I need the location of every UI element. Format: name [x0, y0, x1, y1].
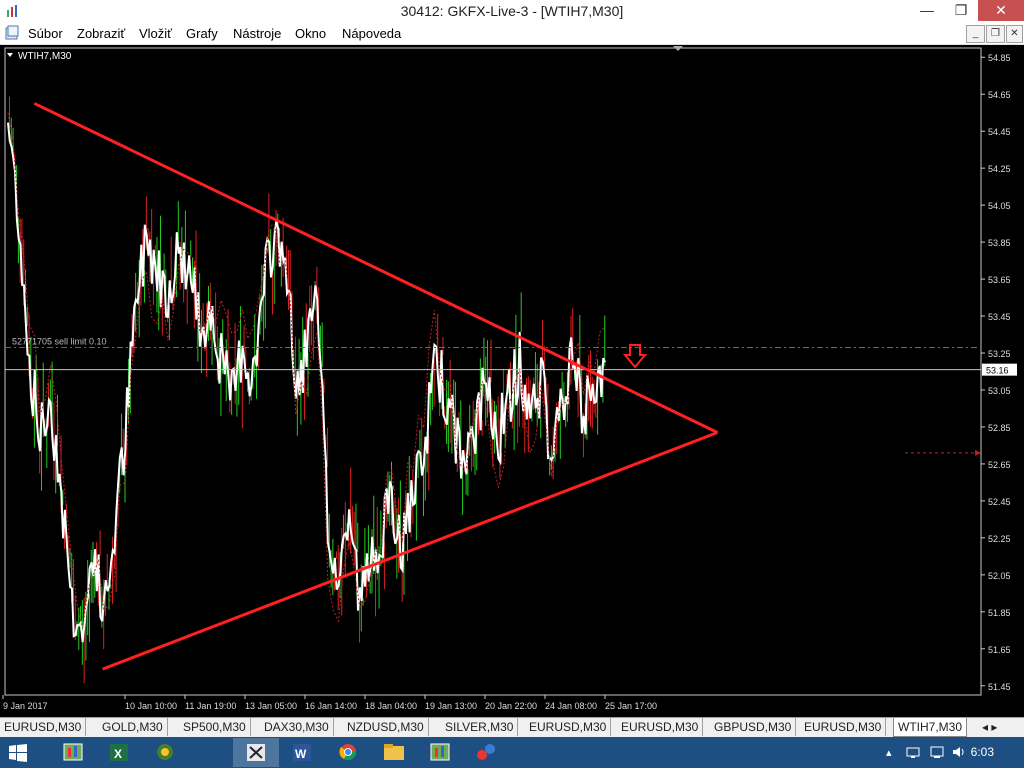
menu-view[interactable]: Zobraziť — [77, 26, 125, 41]
taskbar-app-icon[interactable] — [463, 738, 509, 767]
child-restore-button[interactable]: ❐ — [986, 25, 1005, 43]
window-title: 30412: GKFX-Live-3 - [WTIH7,M30] — [400, 3, 624, 19]
time-tick-label: 24 Jan 08:00 — [545, 701, 597, 711]
time-tick-label: 25 Jan 17:00 — [605, 701, 657, 711]
svg-text:W: W — [295, 747, 307, 761]
time-tick-label: 18 Jan 04:00 — [365, 701, 417, 711]
price-tick-label: 53.45 — [988, 312, 1011, 322]
price-tick-label: 53.85 — [988, 238, 1011, 248]
menu-charts[interactable]: Grafy — [186, 26, 218, 41]
taskbar: X W ▴ 6:03 — [0, 737, 1024, 768]
close-button[interactable]: ✕ — [978, 0, 1024, 21]
tab-silver[interactable]: SILVER,M30 — [441, 718, 519, 736]
tab-gold[interactable]: GOLD,M30 — [98, 718, 168, 736]
time-tick-label: 16 Jan 14:00 — [305, 701, 357, 711]
price-tick-label: 52.45 — [988, 497, 1011, 507]
price-tick-label: 52.65 — [988, 460, 1011, 470]
price-tick-label: 54.85 — [988, 53, 1011, 63]
tab-nzdusd[interactable]: NZDUSD,M30 — [343, 718, 429, 736]
price-tick-label: 52.25 — [988, 534, 1011, 544]
tab-dax30[interactable]: DAX30,M30 — [260, 718, 334, 736]
taskbar-chrome-alt-icon[interactable] — [142, 738, 188, 767]
symbol-label: WTIH7,M30 — [18, 51, 72, 62]
child-close-button[interactable]: ✕ — [1006, 25, 1023, 43]
chart-window[interactable]: 52771705 sell limit 0.10 53.16 54.85 54.65… — [0, 45, 1024, 717]
svg-text:X: X — [114, 747, 122, 761]
price-tick-label: 53.05 — [988, 386, 1011, 396]
price-tick-label: 51.85 — [988, 608, 1011, 618]
tab-gbpusd[interactable]: GBPUSD,M30 — [710, 718, 797, 736]
sell-limit-label: 52771705 sell limit 0.10 — [12, 336, 107, 346]
plot-area — [4, 47, 982, 696]
time-tick-label: 10 Jan 10:00 — [125, 701, 177, 711]
menu-bar: Súbor Zobraziť Vložiť Grafy Nástroje Okn… — [0, 22, 1024, 45]
time-axis: 9 Jan 2017 10 Jan 10:00 11 Jan 19:00 13 Jan… — [2, 695, 657, 711]
menu-tools[interactable]: Nástroje — [233, 26, 281, 41]
tab-sp500[interactable]: SP500,M30 — [179, 718, 251, 736]
taskbar-excel-icon[interactable]: X — [96, 738, 142, 767]
price-tick-label: 52.85 — [988, 423, 1011, 433]
price-tick-label: 54.05 — [988, 201, 1011, 211]
taskbar-chrome-icon[interactable] — [325, 738, 371, 767]
time-tick-label: 20 Jan 22:00 — [485, 701, 537, 711]
tray-network-icon[interactable] — [906, 745, 920, 759]
price-chart[interactable]: 52771705 sell limit 0.10 53.16 54.85 54.65… — [0, 45, 1024, 717]
price-tick-label: 54.65 — [988, 90, 1011, 100]
title-bar: 30412: GKFX-Live-3 - [WTIH7,M30] — ❐ ✕ — [0, 0, 1024, 23]
price-tick-label: 53.25 — [988, 349, 1011, 359]
price-tick-label: 51.65 — [988, 645, 1011, 655]
menu-file[interactable]: Súbor — [28, 26, 63, 41]
price-tick-label: 51.45 — [988, 682, 1011, 692]
taskbar-word-icon[interactable]: W — [279, 738, 325, 767]
taskbar-mt4-1-icon[interactable] — [50, 738, 96, 767]
menu-help[interactable]: Nápoveda — [342, 26, 401, 41]
price-tick-label: 53.65 — [988, 275, 1011, 285]
taskbar-mt4-active-icon[interactable] — [233, 738, 279, 767]
tray-overflow-icon[interactable]: ▴ — [886, 746, 892, 759]
windows-start-icon[interactable] — [8, 743, 28, 763]
time-tick-label: 19 Jan 13:00 — [425, 701, 477, 711]
tray-monitor-icon[interactable] — [930, 745, 944, 759]
tab-eurusd-4[interactable]: EURUSD,M30 — [800, 718, 887, 736]
tab-scroll-icon[interactable]: ◂ ▸ — [978, 718, 1001, 736]
current-price-label: 53.16 — [986, 366, 1009, 376]
price-tick-label: 54.25 — [988, 164, 1011, 174]
price-tick-label: 54.45 — [988, 127, 1011, 137]
menu-insert[interactable]: Vložiť — [139, 26, 172, 41]
child-minimize-button[interactable]: _ — [966, 25, 985, 43]
menu-window[interactable]: Okno — [295, 26, 326, 41]
time-tick-label: 13 Jan 05:00 — [245, 701, 297, 711]
tab-eurusd-3[interactable]: EURUSD,M30 — [617, 718, 704, 736]
chart-tabs: EURUSD,M30 GOLD,M30 SP500,M30 DAX30,M30 … — [0, 717, 1024, 737]
taskbar-explorer-icon[interactable] — [371, 738, 417, 767]
tray-volume-icon[interactable] — [952, 745, 966, 759]
time-tick-label: 11 Jan 19:00 — [185, 701, 236, 711]
price-tick-label: 52.05 — [988, 571, 1011, 581]
taskbar-clock[interactable]: 6:03 — [971, 745, 994, 759]
time-tick-label: 9 Jan 2017 — [3, 701, 48, 711]
taskbar-mt4-2-icon[interactable] — [417, 738, 463, 767]
tab-wtih7[interactable]: WTIH7,M30 — [893, 718, 968, 737]
tab-eurusd-2[interactable]: EURUSD,M30 — [525, 718, 612, 736]
document-icon[interactable] — [4, 25, 20, 41]
tab-eurusd-1[interactable]: EURUSD,M30 — [0, 718, 87, 736]
restore-button[interactable]: ❐ — [944, 0, 978, 21]
minimize-button[interactable]: — — [910, 0, 944, 21]
